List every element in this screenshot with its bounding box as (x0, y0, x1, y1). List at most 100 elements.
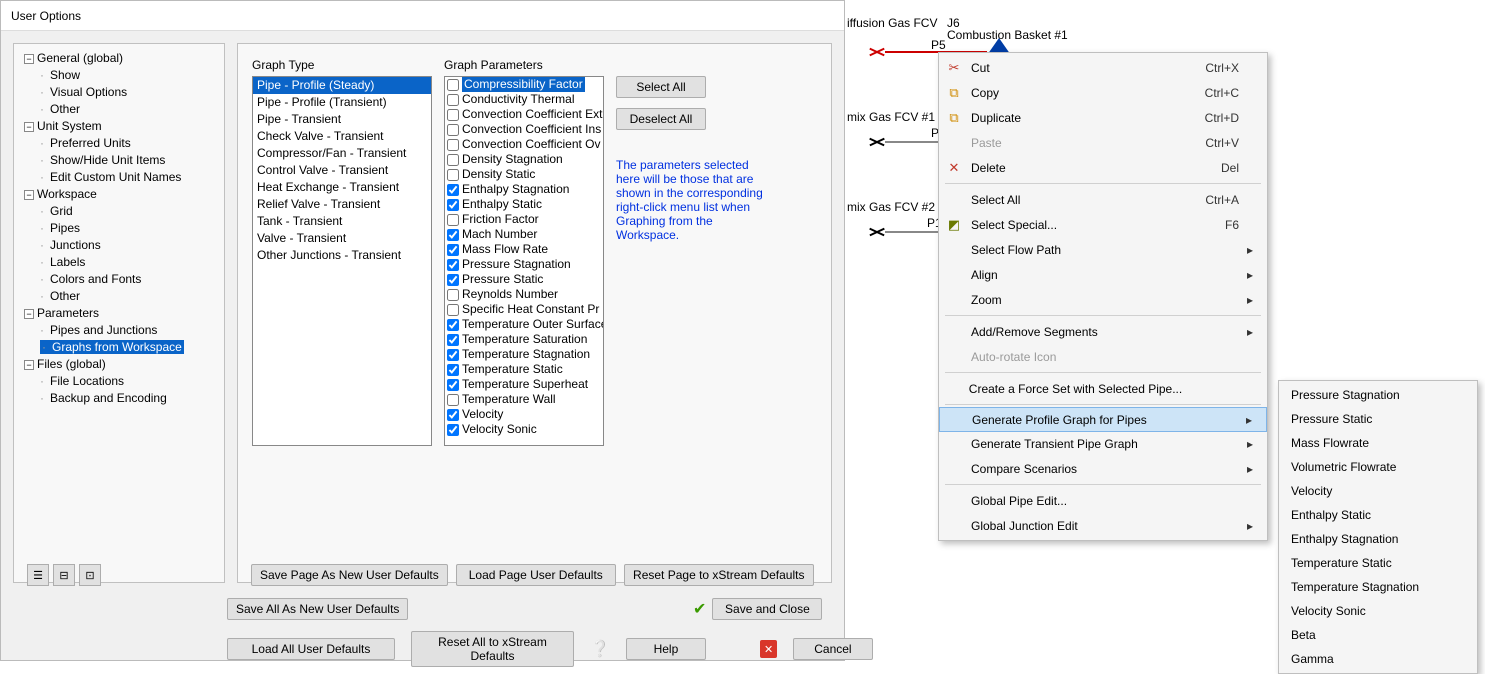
menu-item[interactable]: Create a Force Set with Selected Pipe... (939, 376, 1267, 401)
graph-type-item[interactable]: Control Valve - Transient (253, 162, 431, 179)
graph-param-checkbox[interactable] (447, 409, 459, 421)
deselect-all-button[interactable]: Deselect All (616, 108, 706, 130)
save-close-button[interactable]: Save and Close (712, 598, 822, 620)
tree-item[interactable]: ·File Locations (40, 374, 124, 388)
menu-item[interactable]: Add/Remove Segments▸ (939, 319, 1267, 344)
graph-param-item[interactable]: Temperature Stagnation (445, 347, 603, 362)
graph-param-checkbox[interactable] (447, 394, 459, 406)
tree-item[interactable]: ·Show/Hide Unit Items (40, 153, 165, 167)
graph-param-item[interactable]: Conductivity Thermal (445, 92, 603, 107)
tree-group[interactable]: −General (global) (24, 51, 123, 65)
tree-toggle-icon[interactable]: − (24, 54, 34, 64)
graph-param-checkbox[interactable] (447, 169, 459, 181)
graph-type-item[interactable]: Check Valve - Transient (253, 128, 431, 145)
submenu-item[interactable]: Beta (1279, 623, 1477, 647)
graph-param-item[interactable]: Temperature Wall (445, 392, 603, 407)
graph-param-checkbox[interactable] (447, 124, 459, 136)
reset-all-defaults-button[interactable]: Reset All to xStream Defaults (411, 631, 574, 667)
tree-item[interactable]: ·Show (40, 68, 80, 82)
graph-param-checkbox[interactable] (447, 214, 459, 226)
graph-type-list[interactable]: Pipe - Profile (Steady)Pipe - Profile (T… (252, 76, 432, 446)
graph-param-item[interactable]: Reynolds Number (445, 287, 603, 302)
graph-param-checkbox[interactable] (447, 154, 459, 166)
menu-item[interactable]: Compare Scenarios▸ (939, 456, 1267, 481)
tree-group[interactable]: −Files (global) (24, 357, 106, 371)
graph-param-checkbox[interactable] (447, 349, 459, 361)
valve-icon-3[interactable] (869, 226, 885, 238)
graph-param-item[interactable]: Specific Heat Constant Pr (445, 302, 603, 317)
graph-param-item[interactable]: Compressibility Factor (445, 77, 603, 92)
graph-param-item[interactable]: Temperature Saturation (445, 332, 603, 347)
graph-param-item[interactable]: Pressure Static (445, 272, 603, 287)
menu-item[interactable]: Zoom▸ (939, 287, 1267, 312)
load-all-defaults-button[interactable]: Load All User Defaults (227, 638, 395, 660)
menu-item[interactable]: ◩Select Special...F6 (939, 212, 1267, 237)
submenu-item[interactable]: Enthalpy Stagnation (1279, 527, 1477, 551)
tree-item[interactable]: ·Edit Custom Unit Names (40, 170, 181, 184)
save-page-defaults-button[interactable]: Save Page As New User Defaults (251, 564, 448, 586)
pipe-gray-2[interactable] (885, 231, 939, 233)
submenu-item[interactable]: Temperature Stagnation (1279, 575, 1477, 599)
tree-group[interactable]: −Workspace (24, 187, 97, 201)
graph-type-item[interactable]: Heat Exchange - Transient (253, 179, 431, 196)
menu-item[interactable]: Generate Profile Graph for Pipes▸ (939, 407, 1267, 432)
valve-icon[interactable] (869, 46, 885, 58)
graph-param-checkbox[interactable] (447, 289, 459, 301)
submenu-item[interactable]: Temperature Static (1279, 551, 1477, 575)
graph-param-checkbox[interactable] (447, 139, 459, 151)
graph-param-checkbox[interactable] (447, 184, 459, 196)
submenu-item[interactable]: Mass Flowrate (1279, 431, 1477, 455)
tree-item[interactable]: ·Labels (40, 255, 85, 269)
graph-param-item[interactable]: Enthalpy Stagnation (445, 182, 603, 197)
graph-param-checkbox[interactable] (447, 94, 459, 106)
graph-param-checkbox[interactable] (447, 109, 459, 121)
tree-item[interactable]: ·Other (40, 102, 80, 116)
submenu-item[interactable]: Enthalpy Static (1279, 503, 1477, 527)
graph-type-item[interactable]: Valve - Transient (253, 230, 431, 247)
tree-item[interactable]: ·Pipes and Junctions (40, 323, 157, 337)
tree-item[interactable]: ·Other (40, 289, 80, 303)
graph-type-item[interactable]: Other Junctions - Transient (253, 247, 431, 264)
graph-param-checkbox[interactable] (447, 259, 459, 271)
tree-item[interactable]: ·Graphs from Workspace (40, 340, 184, 354)
graph-param-item[interactable]: Temperature Superheat (445, 377, 603, 392)
tree-toggle-icon[interactable]: − (24, 190, 34, 200)
graph-param-checkbox[interactable] (447, 379, 459, 391)
menu-item[interactable]: Select Flow Path▸ (939, 237, 1267, 262)
help-button[interactable]: Help (626, 638, 706, 660)
valve-icon-2[interactable] (869, 136, 885, 148)
expand-all-icon[interactable]: ☰ (27, 564, 49, 583)
graph-type-item[interactable]: Tank - Transient (253, 213, 431, 230)
graph-param-item[interactable]: Velocity Sonic (445, 422, 603, 437)
graph-parameters-list[interactable]: Compressibility FactorConductivity Therm… (444, 76, 604, 446)
submenu-item[interactable]: Gamma (1279, 647, 1477, 671)
menu-item[interactable]: Select AllCtrl+A (939, 187, 1267, 212)
tree-item[interactable]: ·Colors and Fonts (40, 272, 141, 286)
graph-type-item[interactable]: Pipe - Profile (Steady) (253, 77, 431, 94)
graph-param-item[interactable]: Velocity (445, 407, 603, 422)
submenu-item[interactable]: Volumetric Flowrate (1279, 455, 1477, 479)
pipe-gray-1[interactable] (885, 141, 939, 143)
tree-group[interactable]: −Parameters (24, 306, 99, 320)
load-page-defaults-button[interactable]: Load Page User Defaults (456, 564, 616, 586)
graph-param-item[interactable]: Convection Coefficient Ext (445, 107, 603, 122)
graph-param-item[interactable]: Mach Number (445, 227, 603, 242)
menu-item[interactable]: Global Junction Edit▸ (939, 513, 1267, 538)
menu-item[interactable]: Generate Transient Pipe Graph▸ (939, 431, 1267, 456)
graph-param-item[interactable]: Density Static (445, 167, 603, 182)
collapse-all-icon[interactable]: ⊡ (79, 564, 101, 583)
tree-item[interactable]: ·Preferred Units (40, 136, 131, 150)
graph-param-checkbox[interactable] (447, 244, 459, 256)
cancel-button[interactable]: Cancel (793, 638, 873, 660)
submenu-item[interactable]: Pressure Stagnation (1279, 383, 1477, 407)
tree-item[interactable]: ·Grid (40, 204, 73, 218)
menu-item[interactable]: Align▸ (939, 262, 1267, 287)
graph-param-checkbox[interactable] (447, 274, 459, 286)
graph-param-item[interactable]: Enthalpy Static (445, 197, 603, 212)
save-all-defaults-button[interactable]: Save All As New User Defaults (227, 598, 408, 620)
graph-type-item[interactable]: Pipe - Profile (Transient) (253, 94, 431, 111)
graph-param-checkbox[interactable] (447, 319, 459, 331)
tree-item[interactable]: ·Pipes (40, 221, 80, 235)
graph-param-item[interactable]: Convection Coefficient Ins (445, 122, 603, 137)
graph-param-checkbox[interactable] (447, 364, 459, 376)
